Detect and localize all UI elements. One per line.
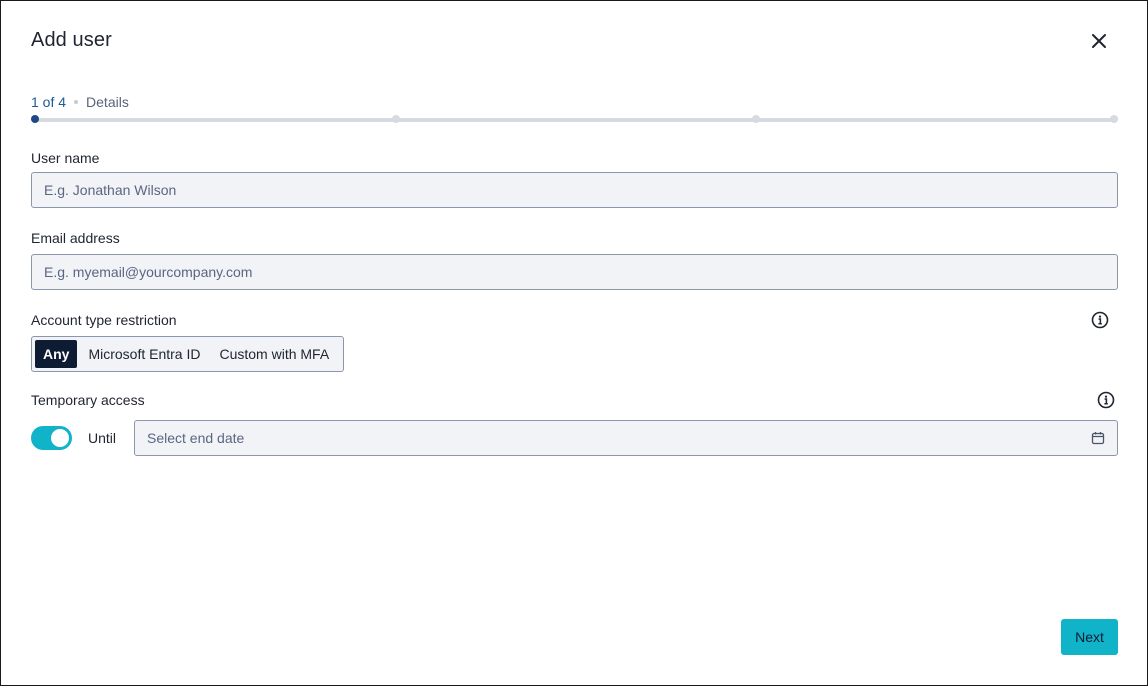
close-button[interactable] [1087, 29, 1111, 53]
end-date-placeholder: Select end date [147, 430, 245, 446]
info-icon [1097, 391, 1115, 409]
temporary-access-info-button[interactable] [1097, 391, 1115, 409]
account-type-option-any[interactable]: Any [35, 340, 78, 368]
step-count: 1 of 4 [31, 94, 67, 110]
step-node-1 [31, 115, 39, 123]
calendar-icon [1091, 431, 1105, 445]
temporary-access-label: Temporary access [31, 392, 145, 408]
step-node-4 [1110, 115, 1118, 123]
account-type-option-entra-id[interactable]: Microsoft Entra ID [80, 340, 208, 368]
email-label: Email address [31, 230, 120, 246]
user-name-label: User name [31, 150, 100, 166]
step-name: Details [86, 94, 129, 110]
account-type-label: Account type restriction [31, 312, 177, 328]
temporary-access-toggle[interactable] [31, 426, 72, 450]
toggle-knob [51, 429, 69, 447]
until-label: Until [88, 430, 117, 446]
step-node-2 [392, 115, 400, 123]
step-separator-dot [74, 100, 79, 104]
dialog-title: Add user [31, 29, 112, 51]
account-type-option-custom-mfa[interactable]: Custom with MFA [211, 340, 337, 368]
user-name-input[interactable] [31, 172, 1118, 208]
end-date-picker[interactable]: Select end date [134, 420, 1118, 456]
email-input[interactable] [31, 254, 1118, 290]
step-node-3 [752, 115, 760, 123]
add-user-dialog: Add user 1 of 4 Details User name Email … [0, 0, 1148, 686]
account-type-segmented-control: Any Microsoft Entra ID Custom with MFA [31, 336, 345, 372]
next-button[interactable]: Next [1061, 619, 1118, 655]
stepper-track [35, 118, 1114, 122]
close-icon [1092, 34, 1106, 48]
info-icon [1091, 311, 1109, 329]
account-type-info-button[interactable] [1091, 311, 1109, 329]
stepper-label: 1 of 4 Details [31, 94, 129, 110]
